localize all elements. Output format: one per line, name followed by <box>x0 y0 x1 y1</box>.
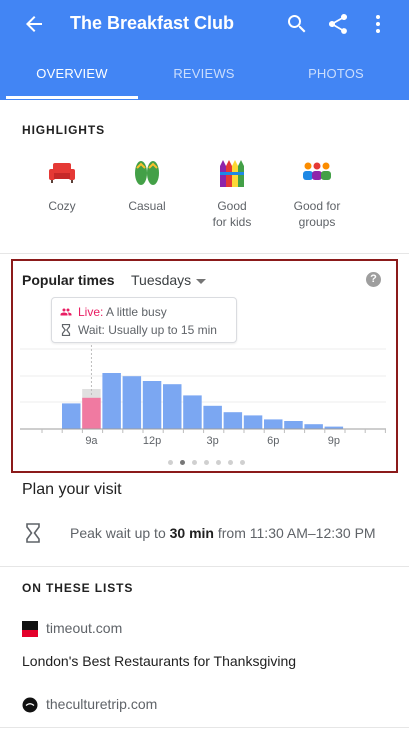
flip-flops-icon <box>135 161 159 185</box>
highlight-label-line: Good for <box>293 199 341 213</box>
bar-11a[interactable] <box>122 376 142 429</box>
chart-pager[interactable] <box>168 460 248 466</box>
tab-overview[interactable]: OVERVIEW <box>6 52 138 98</box>
bar-12p[interactable] <box>142 381 162 429</box>
tab-photos[interactable]: PHOTOS <box>270 52 402 98</box>
divider <box>0 727 409 728</box>
live-tooltip: Live: A little busy Wait: Usually up to … <box>51 297 237 343</box>
highlight-good-for-groups: Good for groups <box>277 158 357 230</box>
bar-6p[interactable] <box>264 419 283 429</box>
on-lists-header: ON THESE LISTS <box>22 581 134 595</box>
share-icon[interactable] <box>326 12 350 36</box>
culture-trip-logo-icon <box>22 697 38 713</box>
highlight-label: Cozy <box>48 199 76 213</box>
bar-8p[interactable] <box>304 424 323 429</box>
highlight-label: Good for kids <box>192 198 272 230</box>
toolbar: The Breakfast Club <box>0 0 409 48</box>
bars-group <box>62 373 344 429</box>
peak-wait-text: Peak wait up to 30 min from 11:30 AM–12:… <box>70 525 376 541</box>
bar-2p[interactable] <box>183 395 202 429</box>
highlight-label-line: groups <box>298 215 336 229</box>
list-source[interactable]: theculturetrip.com <box>46 696 157 712</box>
highlight-label: Casual <box>128 199 166 213</box>
peak-prefix: Peak wait up to <box>70 525 166 541</box>
page-title: The Breakfast Club <box>70 13 235 33</box>
app-bar: The Breakfast Club OVERVIEW REVIEWS PHOT… <box>0 0 409 100</box>
hourglass-icon <box>61 324 71 336</box>
wait-text: Wait: Usually up to 15 min <box>78 323 217 337</box>
bar-3p[interactable] <box>203 405 222 429</box>
highlight-label-line: Good <box>217 199 247 213</box>
pager-dot[interactable] <box>180 460 185 465</box>
pager-dot[interactable] <box>240 460 245 465</box>
pager-dot[interactable] <box>228 460 233 465</box>
bar-8a[interactable] <box>62 403 81 429</box>
timeout-logo-icon <box>22 621 38 637</box>
tab-bar: OVERVIEW REVIEWS PHOTOS <box>0 52 409 98</box>
chevron-down-icon[interactable] <box>196 279 206 284</box>
plan-visit-title: Plan your visit <box>22 481 122 498</box>
tab-reviews[interactable]: REVIEWS <box>138 52 270 98</box>
pager-dot[interactable] <box>204 460 209 465</box>
pager-dot[interactable] <box>168 460 173 465</box>
divider <box>0 566 409 567</box>
day-selector[interactable]: Tuesdays <box>131 272 191 288</box>
live-row: Live: A little busy <box>60 304 167 320</box>
highlight-label: Good for groups <box>277 198 357 230</box>
help-icon[interactable]: ? <box>366 272 381 287</box>
peak-suffix: from 11:30 AM–12:30 PM <box>217 525 376 541</box>
live-label: Live: <box>78 305 104 319</box>
ticks-group: 9a 12p 3p 6p 9p <box>41 429 386 447</box>
divider <box>0 253 409 254</box>
list-title[interactable]: London's Best Restaurants for Thanksgivi… <box>22 653 296 669</box>
bar-live-9a[interactable] <box>82 397 101 429</box>
bar-1p[interactable] <box>163 384 182 429</box>
highlight-casual: Casual <box>107 158 187 214</box>
bar-10a[interactable] <box>102 373 121 429</box>
crayons-icon <box>220 160 244 187</box>
live-value: A little busy <box>106 305 167 319</box>
x-tick-label: 9a <box>85 435 98 447</box>
hourglass-icon <box>26 523 40 543</box>
popular-times-title: Popular times <box>22 272 115 288</box>
list-source[interactable]: timeout.com <box>46 620 122 636</box>
x-tick-label: 9p <box>328 435 340 447</box>
x-tick-label: 6p <box>267 435 279 447</box>
highlight-label-line: for kids <box>212 215 252 229</box>
highlights-header: HIGHLIGHTS <box>22 123 105 137</box>
group-icon <box>303 162 331 180</box>
bar-4p[interactable] <box>223 412 243 429</box>
peak-duration: 30 min <box>169 525 214 541</box>
x-tick-label: 12p <box>143 435 161 447</box>
bar-5p[interactable] <box>243 415 263 429</box>
people-icon <box>60 308 72 316</box>
sofa-icon <box>49 163 75 183</box>
more-vert-icon[interactable] <box>366 12 390 36</box>
arrow-back-icon[interactable] <box>22 12 46 36</box>
tab-indicator <box>6 96 138 99</box>
bar-7p[interactable] <box>284 421 303 429</box>
pager-dot[interactable] <box>192 460 197 465</box>
x-tick-label: 3p <box>207 435 219 447</box>
pager-dot[interactable] <box>216 460 221 465</box>
highlight-good-for-kids: Good for kids <box>192 158 272 230</box>
popular-times-chart: 9a 12p 3p 6p 9p <box>20 345 386 447</box>
wait-row: Wait: Usually up to 15 min <box>60 322 217 338</box>
search-icon[interactable] <box>285 12 309 36</box>
highlight-cozy: Cozy <box>22 158 102 214</box>
